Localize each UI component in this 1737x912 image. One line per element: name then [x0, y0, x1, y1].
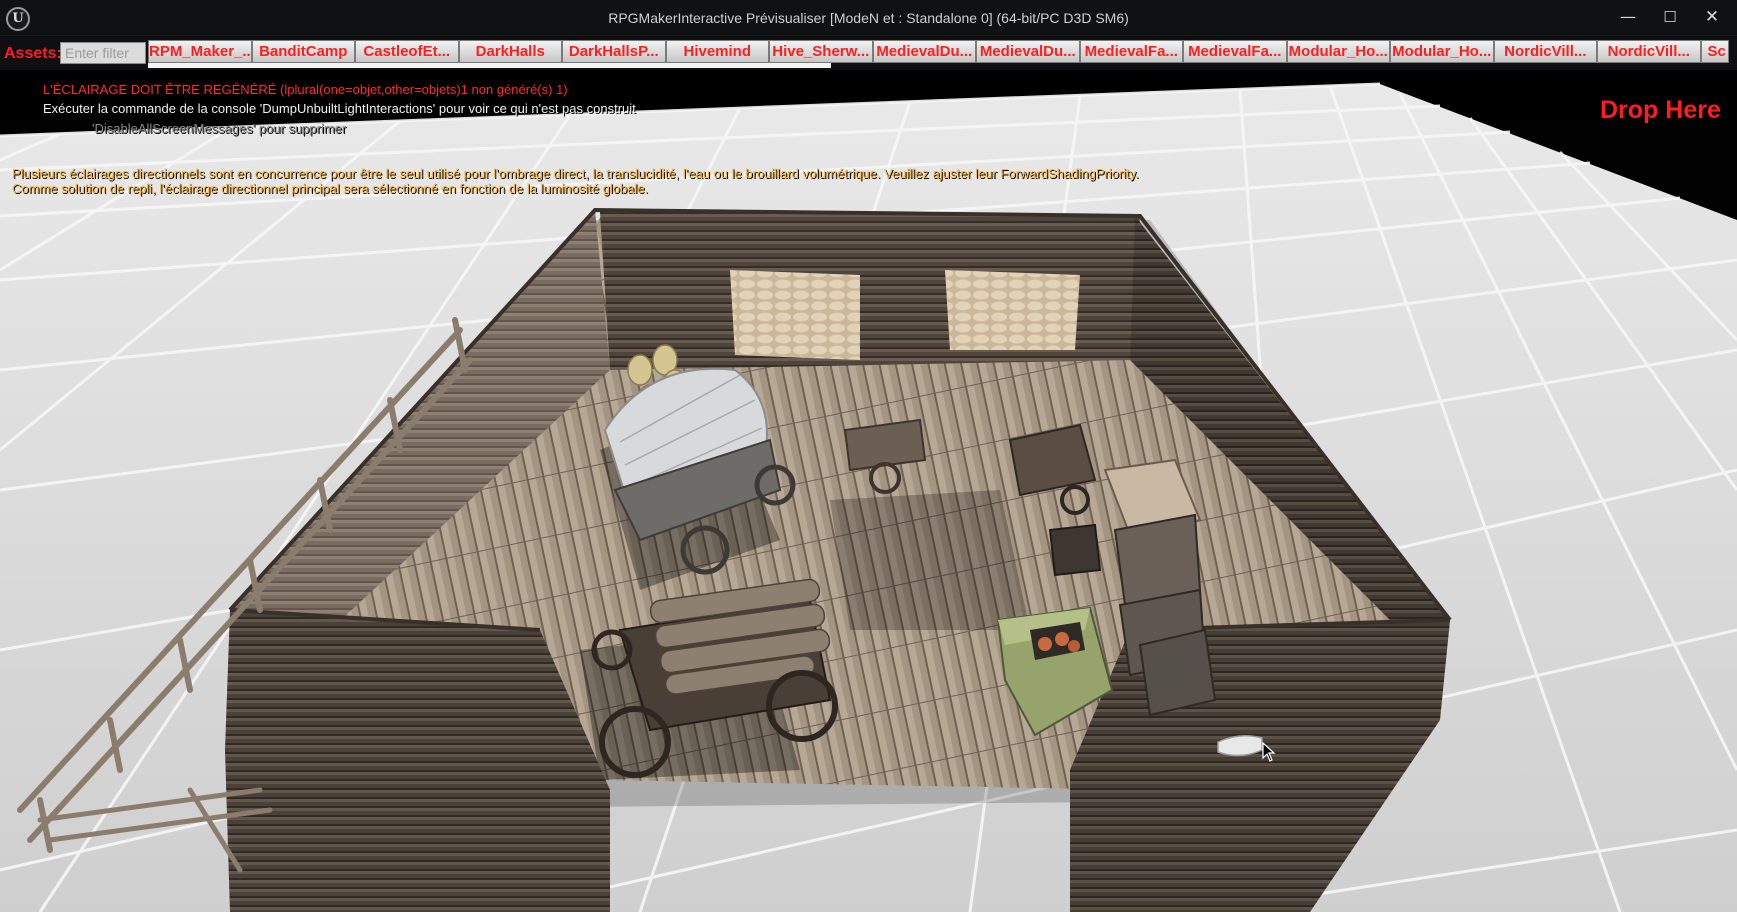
scene-render	[0, 70, 1737, 912]
asset-button[interactable]: Hive_Sherw...	[769, 40, 873, 63]
asset-button[interactable]: Hivemind	[665, 40, 769, 63]
asset-button[interactable]: CastleofEt...	[355, 40, 459, 63]
asset-button[interactable]: Modular_Ho...	[1390, 40, 1494, 63]
maximize-button[interactable]: ☐	[1650, 4, 1690, 30]
window-title-bar[interactable]: U RPGMakerInteractive Prévisualiser [Mod…	[0, 0, 1737, 36]
asset-button[interactable]: DarkHalls	[458, 40, 562, 63]
light-rebuild-warning: L'ÉCLAIRAGE DOIT ÊTRE REGÉNÉRÉ (lplural(…	[43, 82, 568, 97]
asset-button[interactable]: BanditCamp	[251, 40, 355, 63]
asset-button[interactable]: MedievalDu...	[976, 40, 1080, 63]
disable-messages-hint: 'DisableAllScreenMessages' pour supprime…	[92, 121, 347, 136]
close-button[interactable]: ✕	[1692, 4, 1732, 30]
asset-button[interactable]: Modular_Ho...	[1286, 40, 1390, 63]
window-title: RPGMakerInteractive Prévisualiser [ModeN…	[608, 10, 1129, 26]
asset-button-list: RPM_Maker_... BanditCamp CastleofEt... Dark…	[148, 40, 1729, 63]
asset-button[interactable]: DarkHallsP...	[562, 40, 666, 63]
asset-loading-progress	[148, 63, 1737, 68]
asset-button[interactable]: MedievalDu...	[872, 40, 976, 63]
asset-button[interactable]: NordicVill...	[1597, 40, 1701, 63]
game-viewport[interactable]: L'ÉCLAIRAGE DOIT ÊTRE REGÉNÉRÉ (lplural(…	[0, 70, 1737, 912]
directional-light-fallback: Comme solution de repli, l'éclairage dir…	[12, 181, 649, 196]
asset-button[interactable]: NordicVill...	[1493, 40, 1597, 63]
asset-button[interactable]: RPM_Maker_...	[148, 40, 252, 63]
asset-button[interactable]: MedievalFa...	[1079, 40, 1183, 63]
minimize-button[interactable]: —	[1608, 4, 1648, 30]
asset-filter-input[interactable]	[60, 42, 146, 64]
asset-loading-progress-fill	[148, 63, 832, 68]
mouse-cursor-icon	[1262, 742, 1276, 762]
directional-light-warning: Plusieurs éclairages directionnels sont …	[12, 166, 1139, 181]
dump-command-hint: Exécuter la commande de la console 'Dump…	[43, 101, 636, 116]
assets-label: Assets:	[4, 45, 62, 62]
asset-button[interactable]: Sc	[1700, 40, 1729, 63]
asset-button[interactable]: MedievalFa...	[1183, 40, 1287, 63]
drop-zone-label[interactable]: Drop Here	[1600, 96, 1721, 125]
